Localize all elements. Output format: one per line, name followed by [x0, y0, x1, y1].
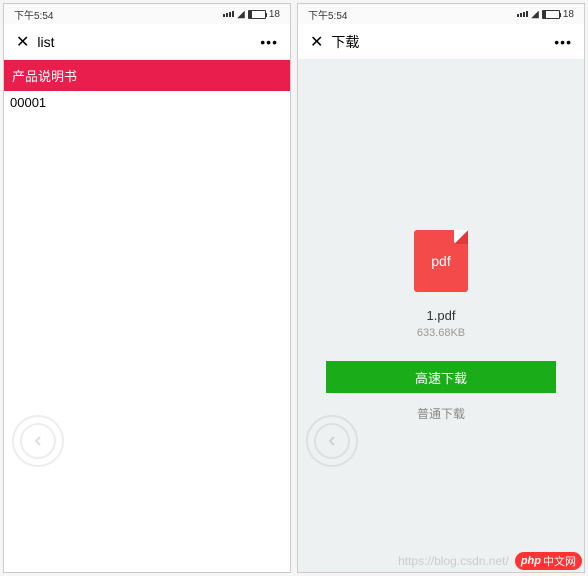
file-name: 1.pdf	[427, 308, 456, 323]
status-bar: 下午5:54 ◢ 18	[4, 4, 290, 24]
file-size: 633.68KB	[417, 327, 465, 339]
phone-body: 产品说明书 00001	[4, 60, 290, 572]
close-icon[interactable]: ✕	[310, 32, 323, 52]
watermark: https://blog.csdn.net/ php 中文网	[398, 552, 582, 570]
signal-icon	[223, 11, 234, 17]
more-icon[interactable]: •••	[260, 34, 278, 50]
status-right: ◢ 18	[517, 9, 574, 20]
battery-icon	[248, 10, 266, 19]
list-header: 产品说明书	[4, 60, 290, 91]
nav-bar: ✕ list •••	[4, 24, 290, 60]
wifi-icon: ◢	[237, 9, 245, 20]
nav-bar: ✕ 下载 •••	[298, 24, 584, 60]
php-badge-text: 中文网	[543, 553, 576, 569]
back-circle-button[interactable]	[12, 415, 64, 467]
close-icon[interactable]: ✕	[16, 32, 29, 52]
signal-icon	[517, 11, 528, 17]
status-bar: 下午5:54 ◢ 18	[298, 4, 584, 24]
php-badge: php 中文网	[515, 552, 582, 570]
phone-right: 下午5:54 ◢ 18 ✕ 下载 ••• pdf 1.pdf 633.68KB …	[297, 3, 585, 573]
list-item[interactable]: 00001	[4, 91, 290, 114]
chevron-left-icon	[324, 433, 340, 449]
watermark-url: https://blog.csdn.net/	[398, 554, 509, 568]
chevron-left-icon	[30, 433, 46, 449]
nav-title: 下载	[331, 32, 359, 52]
battery-percent: 18	[563, 9, 574, 20]
normal-download-link[interactable]: 普通下载	[417, 405, 465, 422]
download-area: pdf 1.pdf 633.68KB 高速下载 普通下载	[298, 60, 584, 422]
pdf-label: pdf	[431, 253, 450, 269]
phone-left: 下午5:54 ◢ 18 ✕ list ••• 产品说明书 00001	[3, 3, 291, 573]
phone-body: pdf 1.pdf 633.68KB 高速下载 普通下载	[298, 60, 584, 572]
status-right: ◢ 18	[223, 9, 280, 20]
battery-icon	[542, 10, 560, 19]
more-icon[interactable]: •••	[554, 34, 572, 50]
back-circle-button[interactable]	[306, 415, 358, 467]
status-time: 下午5:54	[308, 7, 347, 22]
nav-title: list	[37, 34, 54, 50]
pdf-file-icon: pdf	[414, 230, 468, 292]
wifi-icon: ◢	[531, 9, 539, 20]
status-time: 下午5:54	[14, 7, 53, 22]
battery-percent: 18	[269, 9, 280, 20]
fast-download-button[interactable]: 高速下载	[326, 361, 556, 393]
php-badge-prefix: php	[521, 555, 541, 567]
